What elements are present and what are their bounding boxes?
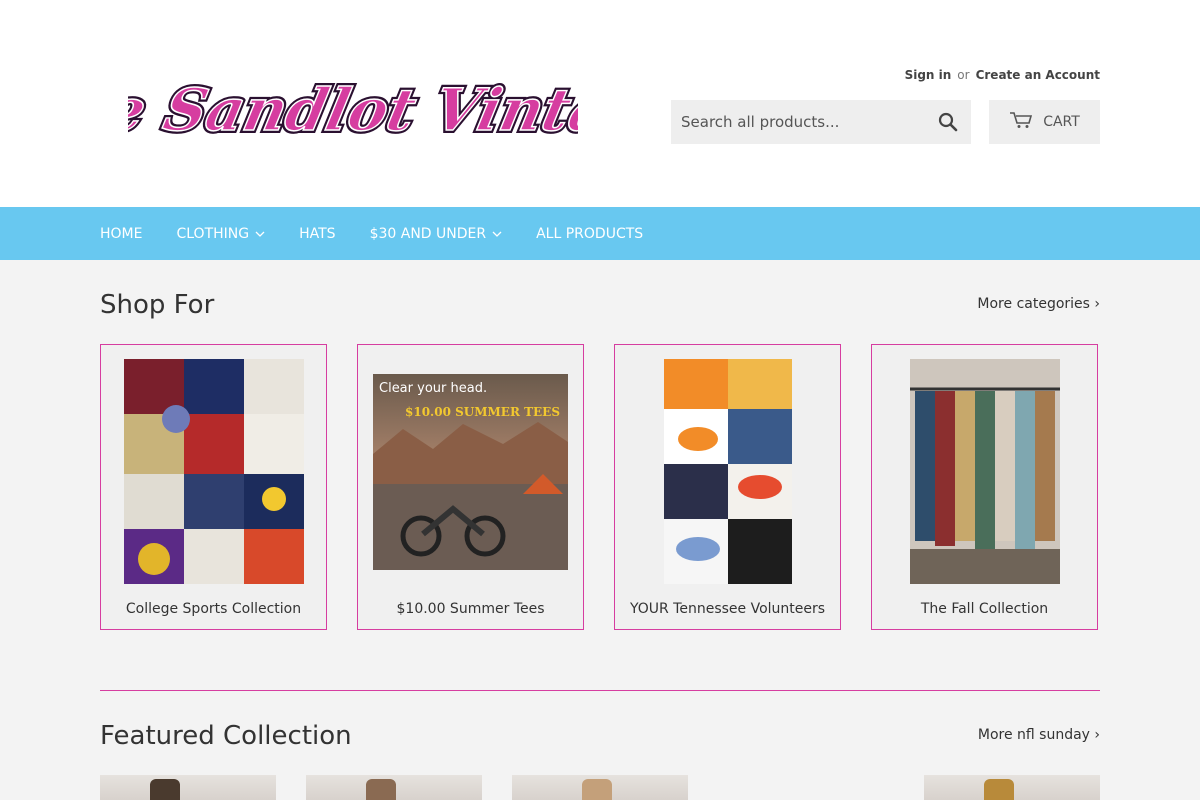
nav-item-all-products[interactable]: ALL PRODUCTS (536, 226, 643, 242)
chevron-down-icon (492, 231, 502, 237)
svg-text:The Sandlot Vintage: The Sandlot Vintage (128, 76, 578, 144)
image-caption: Clear your head. (379, 381, 487, 396)
collection-label: YOUR Tennessee Volunteers (629, 601, 826, 617)
sign-in-link[interactable]: Sign in (905, 68, 952, 82)
collection-card-tennessee[interactable]: YOUR Tennessee Volunteers (614, 344, 841, 630)
nav-item-hats[interactable]: HATS (299, 226, 335, 242)
nav-item-home[interactable]: HOME (100, 226, 142, 242)
nav-label: HOME (100, 225, 143, 242)
cart-label: CART (1043, 114, 1080, 130)
collection-label: $10.00 Summer Tees (396, 601, 545, 617)
collection-card-fall[interactable]: The Fall Collection (871, 344, 1098, 630)
collection-image (664, 359, 792, 584)
collection-label: College Sports Collection (125, 601, 302, 617)
more-nfl-sunday-link[interactable]: More nfl sunday › (978, 727, 1100, 743)
shop-for-title: Shop For (100, 290, 215, 320)
logo-wordmark: The Sandlot Vintage The Sandlot Vintage (128, 73, 578, 147)
featured-header: Featured Collection More nfl sunday › (0, 691, 1200, 775)
collection-image (910, 359, 1060, 584)
cart-button[interactable]: CART (989, 100, 1100, 144)
nav-label: ALL PRODUCTS (536, 225, 644, 242)
create-account-link[interactable]: Create an Account (976, 68, 1100, 82)
collection-grid: College Sports Collection Clear your hea… (0, 344, 1200, 630)
nav-label: CLOTHING (176, 225, 250, 242)
account-links: Sign in or Create an Account (905, 68, 1100, 82)
site-header: The Sandlot Vintage The Sandlot Vintage … (0, 0, 1200, 207)
or-text: or (957, 68, 970, 82)
featured-product-grid (0, 775, 1200, 800)
main-nav: HOME CLOTHING HATS $30 AND UNDER ALL PRO… (0, 207, 1200, 260)
more-categories-link[interactable]: More categories › (977, 296, 1100, 312)
product-thumbnail[interactable] (306, 775, 482, 800)
collection-image (124, 359, 304, 584)
cart-icon (1009, 111, 1033, 133)
product-thumbnail[interactable] (512, 775, 688, 800)
featured-title: Featured Collection (100, 721, 352, 751)
nav-item-30-and-under[interactable]: $30 AND UNDER (370, 226, 503, 242)
collection-image: Clear your head. $10.00 SUMMER TEES (373, 374, 568, 570)
nav-label: $30 AND UNDER (369, 225, 487, 242)
chevron-down-icon (255, 231, 265, 237)
collection-label: The Fall Collection (920, 601, 1049, 617)
search-bar (671, 100, 971, 144)
shop-for-header: Shop For More categories › (0, 260, 1200, 344)
nav-item-clothing[interactable]: CLOTHING (176, 226, 265, 242)
image-caption: $10.00 SUMMER TEES (405, 405, 560, 419)
nav-label: HATS (299, 225, 336, 242)
site-logo[interactable]: The Sandlot Vintage The Sandlot Vintage (128, 48, 578, 168)
search-icon[interactable] (935, 109, 961, 135)
product-thumbnail[interactable] (100, 775, 276, 800)
collection-card-college-sports[interactable]: College Sports Collection (100, 344, 327, 630)
search-input[interactable] (681, 113, 935, 131)
collection-card-summer-tees[interactable]: Clear your head. $10.00 SUMMER TEES $10.… (357, 344, 584, 630)
product-thumbnail[interactable] (924, 775, 1100, 800)
